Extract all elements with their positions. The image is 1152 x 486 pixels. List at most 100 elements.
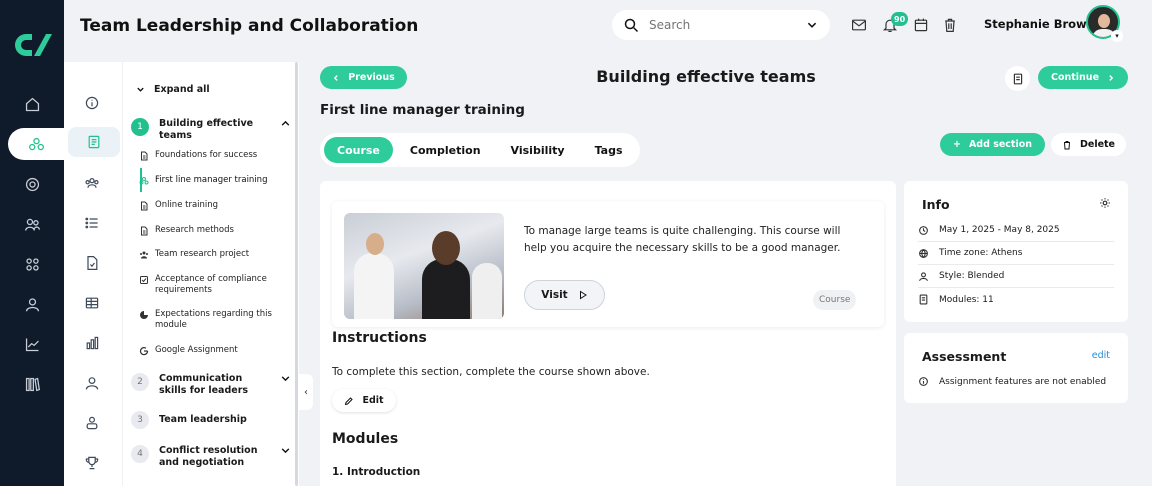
edit-label: Edit: [362, 395, 384, 406]
chevron-down-icon: [137, 87, 144, 92]
tab-tags[interactable]: Tags: [582, 137, 636, 163]
trophy-icon[interactable]: [72, 448, 112, 478]
search-input[interactable]: [649, 18, 789, 32]
user-badge-icon[interactable]: [72, 408, 112, 438]
plus-icon: +: [952, 139, 961, 150]
google-icon: [139, 347, 149, 356]
tree-item-label: Foundations for success: [155, 150, 258, 160]
assessment-card: Assessment edit Assignment features are …: [904, 333, 1128, 403]
tree-module-2[interactable]: 2 Communication skills for leaders: [131, 373, 291, 397]
chevron-left-icon: ‹: [304, 386, 308, 398]
module-item[interactable]: 1. Introduction: [332, 466, 420, 478]
target-icon[interactable]: [0, 168, 64, 200]
instructions-heading: Instructions: [332, 330, 427, 346]
info-timezone-text: Time zone: Athens: [939, 248, 1023, 258]
tree-module-3[interactable]: 3 Team leadership: [131, 411, 291, 429]
calendar-icon[interactable]: [913, 17, 929, 33]
add-section-label: Add section: [968, 139, 1033, 150]
tree-module-1[interactable]: 1 Building effective teams: [131, 118, 291, 142]
assessment-note-text: Assignment features are not enabled: [939, 376, 1107, 387]
course-type-tag: Course: [813, 290, 857, 310]
assessment-heading: Assessment: [922, 349, 1007, 364]
tree-item-foundations[interactable]: Foundations for success: [139, 150, 289, 161]
tree-scrollbar[interactable]: [295, 62, 298, 486]
assessment-edit-link[interactable]: edit: [1092, 350, 1110, 361]
book-icon[interactable]: [68, 127, 120, 157]
user-icon: [919, 271, 928, 281]
module-tree: Expand all 1 Building effective teams Fo…: [123, 62, 299, 486]
group-icon[interactable]: [72, 168, 112, 198]
top-bar: Team Leadership and Collaboration 90 Ste…: [64, 0, 1152, 56]
module-number: 3: [131, 411, 149, 429]
delete-label: Delete: [1079, 139, 1115, 150]
expand-all-toggle[interactable]: Expand all: [136, 84, 210, 95]
chevron-down-icon[interactable]: [280, 445, 291, 459]
edit-instructions-button[interactable]: Edit: [332, 389, 396, 412]
chevron-up-icon[interactable]: [280, 118, 291, 132]
info-modules: Modules: 11: [918, 288, 1114, 311]
trash-icon[interactable]: [942, 17, 958, 33]
file-check-icon[interactable]: [72, 248, 112, 278]
module-title: Building effective teams: [159, 118, 254, 141]
avatar-chevron-icon[interactable]: ▾: [1111, 30, 1123, 42]
chevron-down-icon[interactable]: [280, 373, 291, 387]
tree-item-compliance[interactable]: Acceptance of compliance requirements: [139, 274, 289, 296]
continue-button[interactable]: Continue: [1038, 66, 1128, 89]
main-rail: [0, 0, 64, 486]
tree-item-team-project[interactable]: Team research project: [139, 249, 289, 260]
checkbox-icon: [140, 276, 148, 284]
course-description: To manage large teams is quite challengi…: [524, 225, 841, 254]
table-icon[interactable]: [72, 288, 112, 318]
home-icon[interactable]: [0, 88, 64, 120]
visit-button[interactable]: Visit: [524, 280, 605, 310]
pie-chart-icon: [140, 311, 148, 319]
tab-visibility[interactable]: Visibility: [498, 137, 578, 163]
tree-item-google[interactable]: Google Assignment: [139, 345, 289, 356]
info-timezone: Time zone: Athens: [918, 242, 1114, 265]
library-icon[interactable]: [0, 368, 64, 400]
tab-course[interactable]: Course: [324, 137, 393, 163]
courses-icon[interactable]: [8, 128, 64, 160]
tree-item-research[interactable]: Research methods: [139, 225, 289, 236]
collapse-panel-button[interactable]: ‹: [299, 374, 313, 410]
analytics-icon[interactable]: [0, 328, 64, 360]
person-icon[interactable]: [72, 368, 112, 398]
chevron-left-icon: [334, 74, 338, 81]
users-icon[interactable]: [0, 208, 64, 240]
delete-button[interactable]: Delete: [1051, 133, 1126, 156]
add-section-button[interactable]: + Add section: [940, 133, 1045, 156]
bar-chart-icon[interactable]: [72, 328, 112, 358]
course-subnav: [64, 62, 122, 486]
module-number: 2: [131, 373, 149, 391]
modules-icon: [139, 177, 149, 185]
document-icon: [141, 226, 148, 236]
user-name[interactable]: Stephanie Brown: [984, 17, 1095, 31]
tree-module-4[interactable]: 4 Conflict resolution and negotiation: [131, 445, 291, 469]
info-dates: May 1, 2025 - May 8, 2025: [918, 219, 1114, 242]
brand-logo[interactable]: [12, 30, 52, 60]
tree-item-label: First line manager training: [155, 175, 268, 185]
mail-icon[interactable]: [851, 17, 867, 33]
pencil-icon: [345, 396, 354, 405]
info-icon[interactable]: [72, 88, 112, 118]
module-number: 4: [131, 445, 149, 463]
tab-completion[interactable]: Completion: [397, 137, 494, 163]
tree-item-online[interactable]: Online training: [139, 200, 289, 211]
clock-icon: [919, 225, 928, 235]
tree-item-expectations[interactable]: Expectations regarding this module: [139, 309, 289, 331]
info-modules-text: Modules: 11: [939, 294, 994, 305]
chevron-down-icon[interactable]: [806, 16, 818, 35]
document-icon: [141, 201, 148, 211]
list-icon[interactable]: [72, 208, 112, 238]
info-dates-text: May 1, 2025 - May 8, 2025: [939, 225, 1060, 235]
search-box[interactable]: [612, 10, 830, 40]
bookmark-icon[interactable]: [1005, 66, 1030, 91]
trash-icon: [1063, 140, 1070, 149]
tree-item-first-line[interactable]: First line manager training: [139, 175, 289, 186]
profile-icon[interactable]: [0, 288, 64, 320]
book-icon: [919, 294, 928, 305]
previous-button[interactable]: Previous: [320, 66, 407, 89]
gear-icon[interactable]: [1099, 197, 1111, 209]
page-title: Building effective teams: [596, 67, 816, 86]
grid-icon[interactable]: [0, 248, 64, 280]
